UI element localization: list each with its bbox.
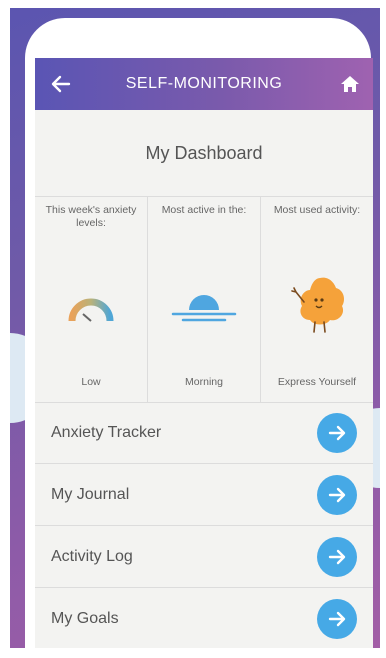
arrow-right-icon [328,549,346,564]
menu-item-my-goals[interactable]: My Goals [35,588,373,648]
menu-item-my-journal[interactable]: My Journal [35,464,373,526]
menu-item-label: My Goals [51,609,119,627]
stat-anxiety-level: This week's anxiety levels: Low [35,196,148,402]
app-screen: SELF-MONITORING My Dashboard This week's… [35,58,373,648]
stat-most-active: Most active in the: Morning [148,196,261,402]
arrow-right-icon [328,487,346,502]
menu-item-anxiety-tracker[interactable]: Anxiety Tracker [35,402,373,464]
mascot-icon [291,277,344,333]
stat-label: This week's anxiety levels: [45,204,137,229]
menu-item-activity-log[interactable]: Activity Log [35,526,373,588]
menu-item-label: Activity Log [51,547,133,565]
arrow-button[interactable] [317,536,357,577]
app-header: SELF-MONITORING [35,58,373,110]
arrow-button[interactable] [317,412,357,453]
page-title: SELF-MONITORING [125,75,283,92]
stat-value: Low [81,376,101,388]
arrow-button[interactable] [317,474,357,515]
stats-panel: This week's anxiety levels: Low Most act… [35,196,373,403]
gauge-icon [68,298,114,322]
back-button[interactable] [49,72,73,96]
menu-item-label: My Journal [51,485,130,503]
stat-label: Most active in the: [161,204,247,216]
stat-value: Morning [185,376,223,388]
dashboard-title: My Dashboard [35,110,373,197]
sunrise-icon [171,295,237,322]
arrow-right-icon [328,425,346,440]
back-arrow-icon [51,75,71,93]
stat-label: Most used activity: [273,204,361,216]
menu-list: Anxiety Tracker My Journal Activity Log [35,402,373,648]
stat-most-used-activity: Most used activity: Express Yourself [261,196,373,402]
menu-item-label: Anxiety Tracker [51,423,162,441]
home-icon [341,76,359,92]
home-button[interactable] [339,73,361,95]
arrow-button[interactable] [317,598,357,639]
stat-value: Express Yourself [277,376,357,388]
arrow-right-icon [328,611,346,626]
